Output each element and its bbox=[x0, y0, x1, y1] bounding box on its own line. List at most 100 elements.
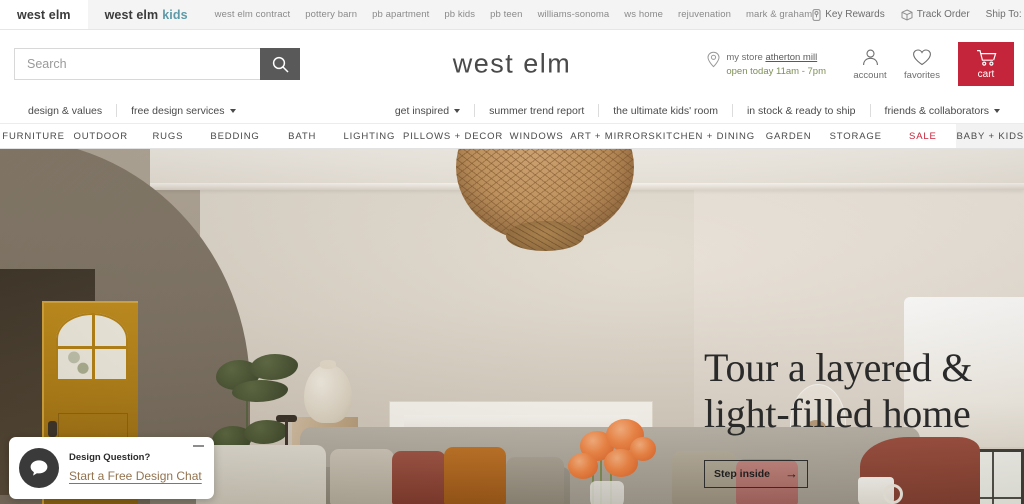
subnav-item-friends-and-collaborators[interactable]: friends & collaborators bbox=[871, 105, 1014, 117]
site-logo[interactable]: west elm bbox=[453, 49, 572, 80]
my-store-block[interactable]: my store atherton mill open today 11am -… bbox=[706, 49, 826, 79]
heart-icon bbox=[913, 48, 931, 65]
my-store-prefix: my store bbox=[726, 52, 763, 64]
chat-question: Design Question? bbox=[69, 451, 151, 463]
arrow-right-icon: → bbox=[785, 466, 798, 482]
catnav-item-baby-kids[interactable]: BABY + KIDS bbox=[956, 124, 1024, 148]
step-inside-label: Step inside bbox=[714, 467, 771, 480]
throw-pillow bbox=[444, 447, 506, 504]
chat-text: Design Question? Start a Free Design Cha… bbox=[69, 452, 202, 485]
brand-link-mark-and-graham[interactable]: mark & graham bbox=[746, 9, 812, 20]
catnav-item-kitchen-dining[interactable]: KITCHEN + DINING bbox=[656, 124, 755, 148]
favorites-button[interactable]: favorites bbox=[896, 48, 948, 81]
chevron-down-icon bbox=[229, 108, 236, 113]
brand-bar-utilities: Key Rewards Track Order Ship To: bbox=[812, 0, 1024, 29]
secondary-nav-left: design & values free design services bbox=[14, 104, 250, 117]
flower-arrangement bbox=[552, 413, 664, 504]
hero-title-line-2: light-filled home bbox=[704, 391, 971, 437]
ship-to-selector[interactable]: Ship To: bbox=[986, 9, 1024, 21]
brand-link-pottery-barn[interactable]: pottery barn bbox=[305, 9, 357, 20]
catnav-item-furniture[interactable]: FURNITURE bbox=[0, 124, 67, 148]
subnav-item-get-inspired[interactable]: get inspired bbox=[381, 105, 474, 117]
subnav-label: free design services bbox=[131, 104, 225, 117]
chat-avatar bbox=[19, 448, 59, 488]
subnav-label: in stock & ready to ship bbox=[746, 104, 856, 117]
brand-link-williams-sonoma[interactable]: williams-sonoma bbox=[538, 9, 610, 20]
secondary-nav: design & values free design services get… bbox=[0, 98, 1024, 124]
location-pin-icon bbox=[707, 51, 720, 68]
catnav-item-sale[interactable]: SALE bbox=[889, 124, 956, 148]
header-utilities: my store atherton mill open today 11am -… bbox=[706, 30, 1024, 98]
brand-link-rejuvenation[interactable]: rejuvenation bbox=[678, 9, 731, 20]
throw-pillow bbox=[330, 449, 394, 504]
brand-tab-label-kids: kids bbox=[162, 7, 188, 22]
brand-tabs: west elm west elm kids bbox=[0, 0, 205, 29]
catnav-item-garden[interactable]: GARDEN bbox=[755, 124, 822, 148]
chevron-down-icon bbox=[994, 108, 1000, 113]
search-submit-button[interactable] bbox=[260, 48, 300, 80]
catnav-item-bath[interactable]: BATH bbox=[269, 124, 336, 148]
subnav-item-ultimate-kids-room[interactable]: the ultimate kids' room bbox=[599, 105, 732, 117]
start-free-design-chat-link[interactable]: Start a Free Design Chat bbox=[69, 469, 202, 483]
subnav-item-summer-trend-report[interactable]: summer trend report bbox=[475, 105, 598, 117]
catnav-item-outdoor[interactable]: OUTDOOR bbox=[67, 124, 134, 148]
chevron-down-icon bbox=[454, 108, 461, 113]
brand-link-pb-teen[interactable]: pb teen bbox=[490, 9, 522, 20]
subnav-item-free-design-services[interactable]: free design services bbox=[117, 105, 249, 117]
brand-bar: west elm west elm kids west elm contract… bbox=[0, 0, 1024, 30]
my-store-name[interactable]: atherton mill bbox=[765, 52, 817, 63]
brand-tab-label: west elm bbox=[104, 7, 159, 22]
person-icon bbox=[862, 49, 878, 65]
track-order-link[interactable]: Track Order bbox=[901, 8, 970, 21]
brand-link-pb-apartment[interactable]: pb apartment bbox=[372, 9, 429, 20]
step-inside-button[interactable]: Step inside → bbox=[704, 459, 808, 488]
brand-tab-west-elm[interactable]: west elm bbox=[0, 0, 88, 29]
catnav-item-pillows-decor[interactable]: PILLOWS + DECOR bbox=[403, 124, 503, 148]
track-order-label: Track Order bbox=[916, 9, 970, 20]
subnav-label: summer trend report bbox=[489, 104, 585, 117]
cart-label: cart bbox=[977, 68, 995, 80]
account-button[interactable]: account bbox=[844, 48, 896, 81]
subnav-label: get inspired bbox=[394, 104, 450, 117]
chat-bubble-icon bbox=[30, 460, 48, 476]
catnav-item-storage[interactable]: STORAGE bbox=[822, 124, 889, 148]
catnav-item-art-mirrors[interactable]: ART + MIRRORS bbox=[570, 124, 655, 148]
throw-pillow bbox=[392, 451, 446, 504]
search-icon bbox=[272, 56, 289, 73]
my-store-hours: open today 11am - 7pm bbox=[726, 66, 826, 77]
minimize-icon[interactable] bbox=[193, 445, 204, 447]
subnav-label: friends & collaborators bbox=[884, 104, 989, 117]
brand-link-west-elm-contract[interactable]: west elm contract bbox=[215, 9, 291, 20]
catnav-item-windows[interactable]: WINDOWS bbox=[503, 124, 570, 148]
brand-links: west elm contract pottery barn pb apartm… bbox=[205, 0, 813, 29]
key-rewards-link[interactable]: Key Rewards bbox=[812, 8, 885, 21]
subnav-item-in-stock-ready-to-ship[interactable]: in stock & ready to ship bbox=[733, 105, 870, 117]
brand-link-pb-kids[interactable]: pb kids bbox=[444, 9, 475, 20]
key-icon bbox=[812, 8, 821, 21]
hero-banner[interactable]: Tour a layered & light-filled home Step … bbox=[0, 149, 1024, 504]
brand-tab-west-elm-kids[interactable]: west elm kids bbox=[88, 0, 205, 29]
subnav-label: the ultimate kids' room bbox=[613, 104, 718, 117]
catnav-item-lighting[interactable]: LIGHTING bbox=[336, 124, 403, 148]
key-rewards-label: Key Rewards bbox=[825, 9, 885, 20]
catnav-item-rugs[interactable]: RUGS bbox=[134, 124, 201, 148]
hero-copy: Tour a layered & light-filled home Step … bbox=[704, 345, 1004, 488]
package-icon bbox=[901, 8, 913, 21]
cart-icon bbox=[976, 49, 996, 66]
hero-title: Tour a layered & light-filled home bbox=[704, 345, 1004, 438]
catnav-item-bedding[interactable]: BEDDING bbox=[201, 124, 268, 148]
category-nav: FURNITURE OUTDOOR RUGS BEDDING BATH LIGH… bbox=[0, 124, 1024, 149]
search-bar bbox=[14, 48, 300, 80]
ship-to-label: Ship To: bbox=[985, 9, 1022, 20]
subnav-label: design & values bbox=[28, 104, 103, 117]
sofa-arm-left bbox=[196, 445, 326, 504]
site-header: west elm my store atherton mill open tod… bbox=[0, 30, 1024, 98]
brand-link-ws-home[interactable]: ws home bbox=[624, 9, 663, 20]
hero-title-line-1: Tour a layered & bbox=[704, 345, 973, 390]
account-label: account bbox=[853, 69, 887, 81]
search-input[interactable] bbox=[14, 48, 260, 80]
design-chat-widget[interactable]: Design Question? Start a Free Design Cha… bbox=[9, 437, 214, 499]
subnav-item-design-and-values[interactable]: design & values bbox=[14, 105, 116, 117]
ceramic-vase bbox=[304, 360, 352, 423]
cart-button[interactable]: cart bbox=[958, 42, 1014, 86]
